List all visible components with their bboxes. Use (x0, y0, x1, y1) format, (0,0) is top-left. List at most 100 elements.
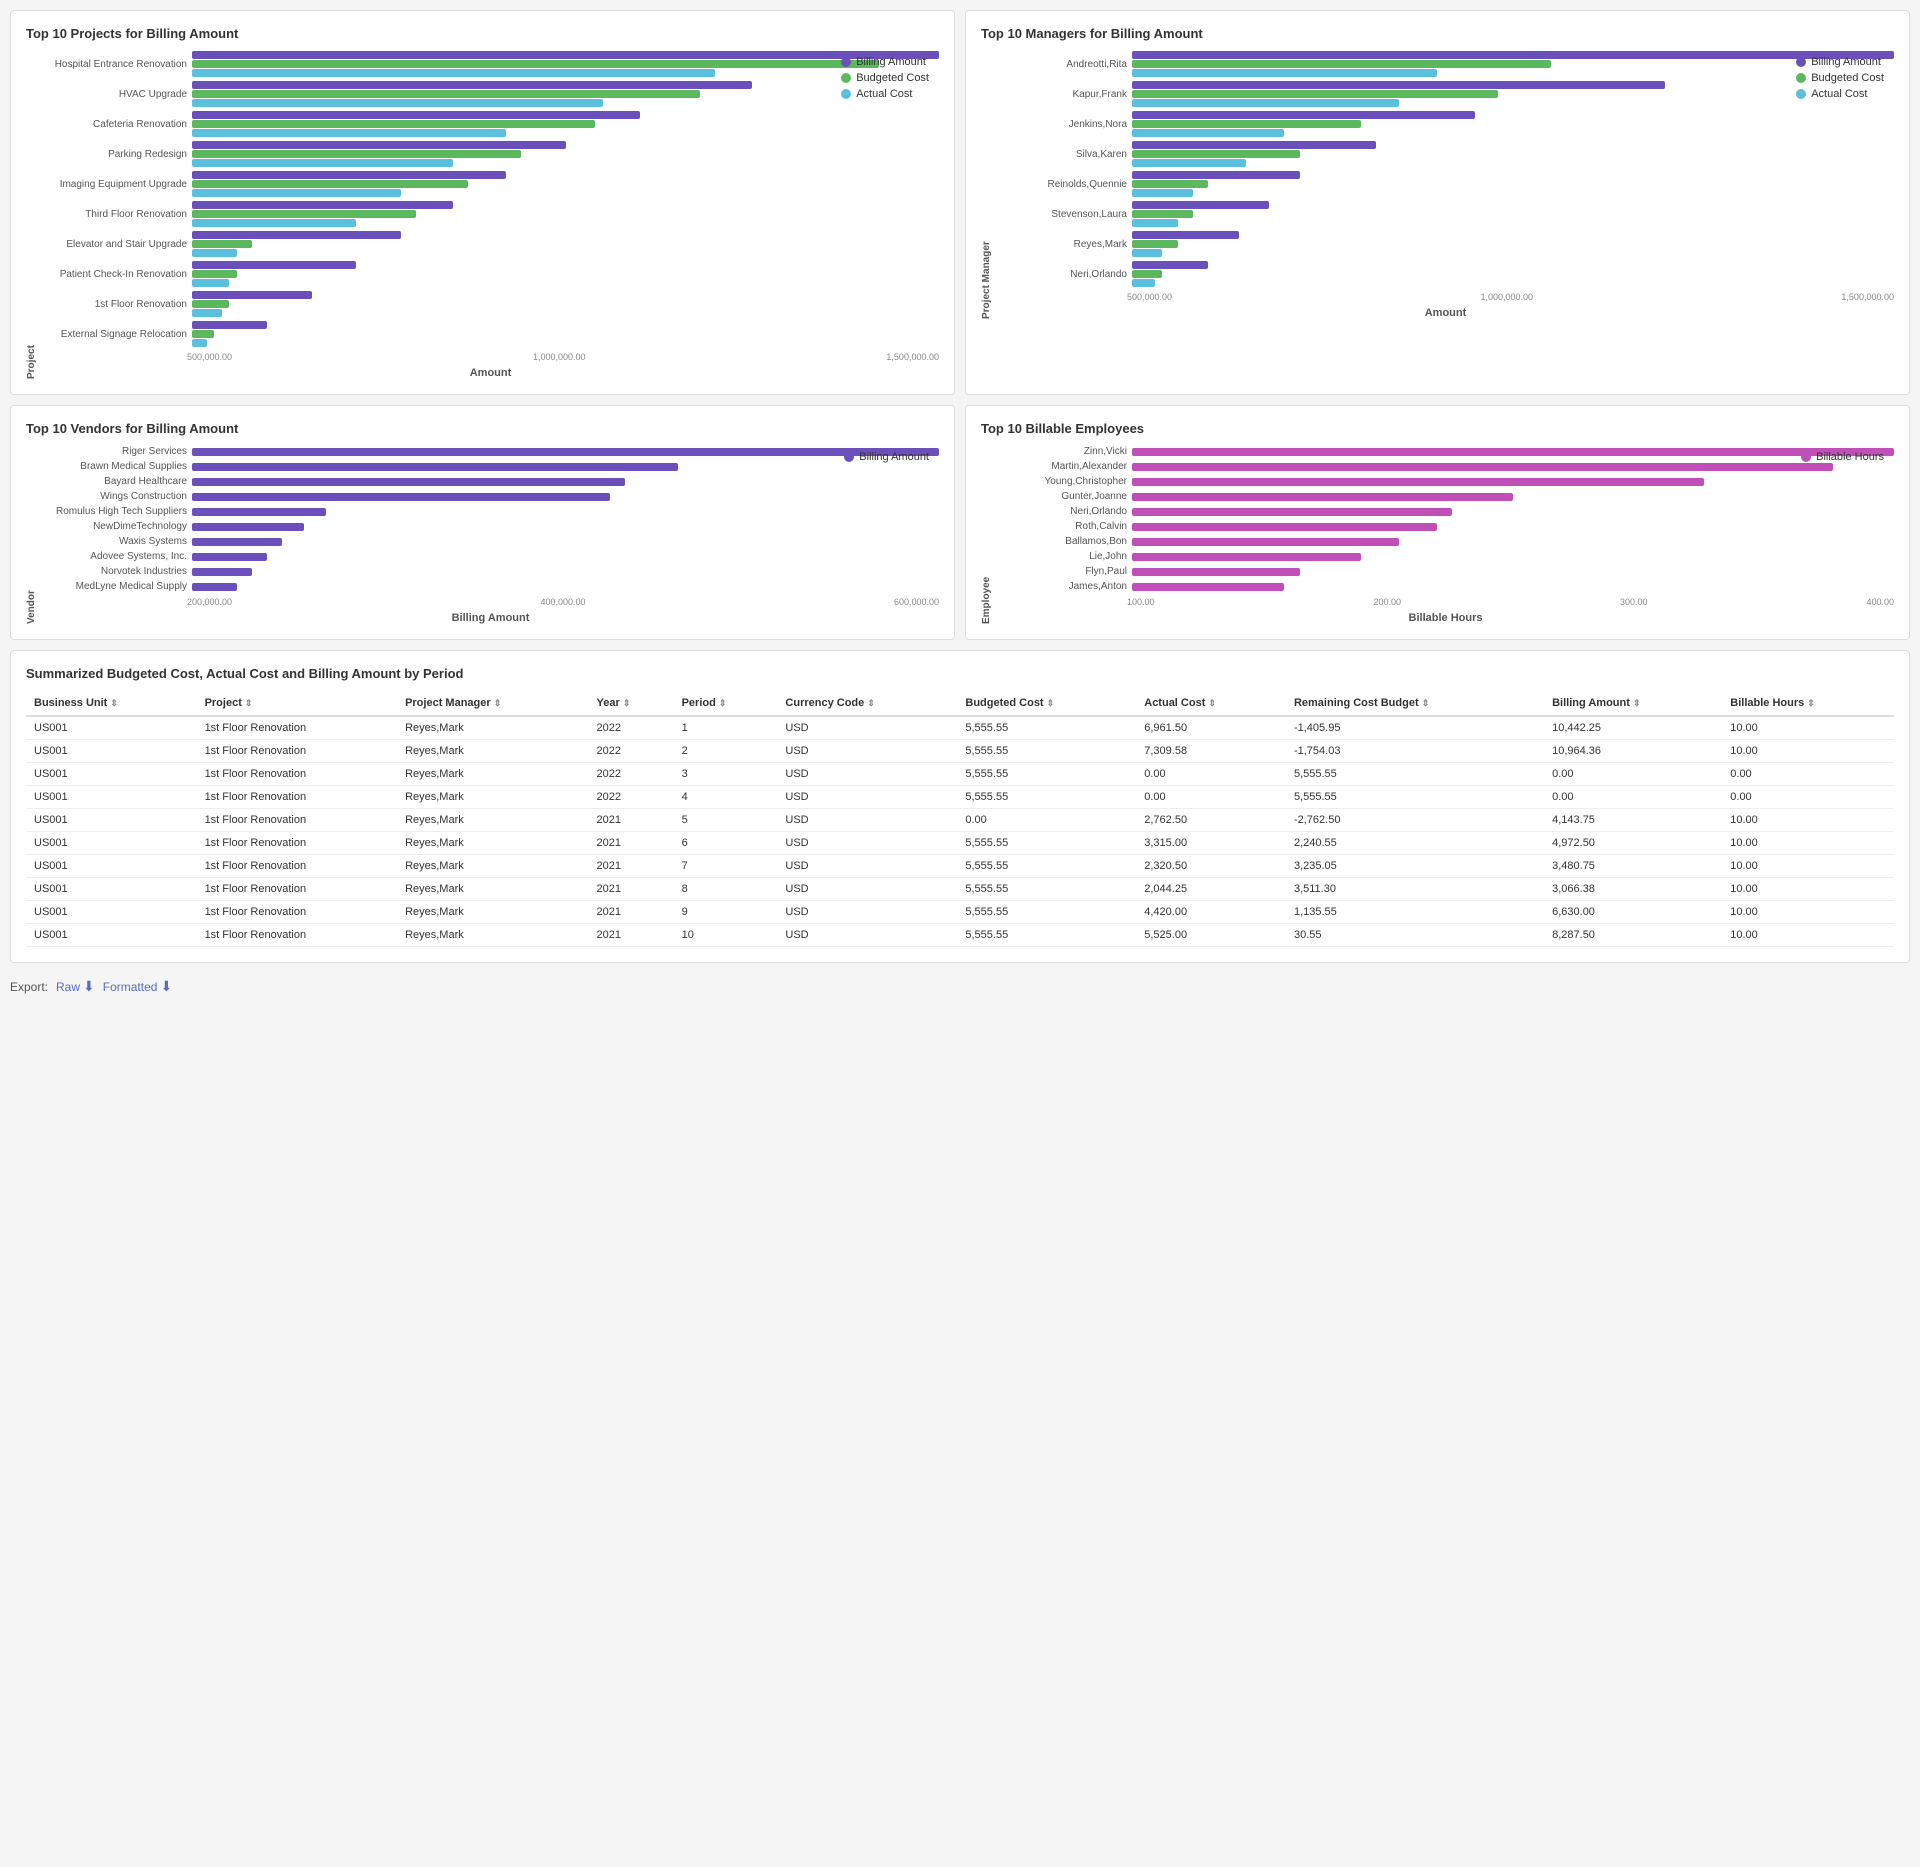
bar-label: Romulus High Tech Suppliers (42, 506, 187, 517)
bar-label: Andreotti,Rita (997, 59, 1127, 70)
col-period[interactable]: Period ⇕ (674, 691, 778, 716)
col-billable-hrs[interactable]: Billable Hours ⇕ (1722, 691, 1894, 716)
table-cell: US001 (26, 763, 197, 786)
export-formatted-link[interactable]: Formatted ⬇ (103, 978, 172, 995)
actual-bar (1132, 219, 1178, 227)
budget-bar (192, 210, 416, 218)
bars-group (192, 583, 939, 591)
managers-legend: Billing Amount Budgeted Cost Actual Cost (1796, 56, 1884, 100)
bar-label: External Signage Relocation (42, 329, 187, 340)
table-cell: 3,066.38 (1544, 878, 1722, 901)
projects-x-axis: 500,000.001,000,000.001,500,000.00 (42, 352, 939, 362)
bar-row: 1st Floor Renovation (42, 291, 939, 317)
bar-label: Lie,John (997, 551, 1127, 562)
table-cell: 5,555.55 (957, 924, 1136, 947)
table-cell: 10,442.25 (1544, 716, 1722, 740)
single-bar (1132, 523, 1437, 531)
vendors-chart-inner: Vendor Riger ServicesBrawn Medical Suppl… (26, 446, 939, 624)
table-row: US0011st Floor RenovationReyes,Mark20224… (26, 786, 1894, 809)
billing-bar (1132, 51, 1894, 59)
col-year[interactable]: Year ⇕ (589, 691, 674, 716)
export-row: Export: Raw ⬇ Formatted ⬇ (10, 973, 1910, 1000)
table-cell: 5,555.55 (957, 716, 1136, 740)
actual-bar (1132, 159, 1246, 167)
bars-group (192, 141, 939, 167)
bar-label: HVAC Upgrade (42, 89, 187, 100)
actual-bar (1132, 189, 1193, 197)
table-cell: USD (777, 763, 957, 786)
table-cell: Reyes,Mark (397, 716, 588, 740)
vendors-chart-panel: Top 10 Vendors for Billing Amount Billin… (10, 405, 955, 640)
sort-pm: ⇕ (494, 698, 502, 708)
col-budgeted[interactable]: Budgeted Cost ⇕ (957, 691, 1136, 716)
bars-group (1132, 523, 1894, 531)
table-cell: 2022 (589, 740, 674, 763)
table-cell: Reyes,Mark (397, 832, 588, 855)
table-cell: 1 (674, 716, 778, 740)
col-pm[interactable]: Project Manager ⇕ (397, 691, 588, 716)
export-raw-link[interactable]: Raw ⬇ (56, 978, 95, 995)
table-cell: USD (777, 901, 957, 924)
billing-dot (841, 57, 851, 67)
sort-actual: ⇕ (1208, 698, 1216, 708)
bar-row: Kapur,Frank (997, 81, 1894, 107)
download-raw-icon: ⬇ (83, 978, 95, 995)
billing-bar (192, 291, 312, 299)
bar-row: Zinn,Vicki (997, 446, 1894, 457)
bar-row: Reinolds,Quennie (997, 171, 1894, 197)
bar-label: MedLyne Medical Supply (42, 581, 187, 592)
single-bar (1132, 493, 1513, 501)
budget-bar (192, 60, 879, 68)
col-remaining[interactable]: Remaining Cost Budget ⇕ (1286, 691, 1544, 716)
budget-bar (192, 300, 229, 308)
x-tick: 1,500,000.00 (1841, 292, 1894, 302)
bars-group (1132, 231, 1894, 257)
x-tick: 200,000.00 (187, 597, 232, 607)
table-cell: 2,044.25 (1136, 878, 1286, 901)
table-cell: US001 (26, 786, 197, 809)
bar-row: Silva,Karen (997, 141, 1894, 167)
table-cell: Reyes,Mark (397, 901, 588, 924)
bar-label: Third Floor Renovation (42, 209, 187, 220)
col-project[interactable]: Project ⇕ (197, 691, 398, 716)
bar-row: Wings Construction (42, 491, 939, 502)
billing-bar (192, 141, 566, 149)
col-actual[interactable]: Actual Cost ⇕ (1136, 691, 1286, 716)
table-cell: 30.55 (1286, 924, 1544, 947)
table-cell: 5,555.55 (957, 786, 1136, 809)
col-business-unit[interactable]: Business Unit ⇕ (26, 691, 197, 716)
billing-bar (192, 321, 267, 329)
col-currency[interactable]: Currency Code ⇕ (777, 691, 957, 716)
table-cell: USD (777, 786, 957, 809)
legend-actual: Actual Cost (841, 88, 929, 100)
employees-y-axis: Employee (981, 446, 992, 624)
bars-group (192, 81, 939, 107)
table-cell: Reyes,Mark (397, 763, 588, 786)
billing-bar (1132, 201, 1269, 209)
table-cell: 4 (674, 786, 778, 809)
bar-row: Martin,Alexander (997, 461, 1894, 472)
sort-currency: ⇕ (867, 698, 875, 708)
billing-bar (192, 261, 356, 269)
managers-x-label: Amount (997, 307, 1894, 319)
download-formatted-icon: ⬇ (160, 978, 172, 995)
bars-group (192, 463, 939, 471)
billing-bar (192, 171, 506, 179)
bar-row: Reyes,Mark (997, 231, 1894, 257)
table-cell: 0.00 (1136, 763, 1286, 786)
bar-label: 1st Floor Renovation (42, 299, 187, 310)
bar-row: NewDimeTechnology (42, 521, 939, 532)
budget-bar (1132, 270, 1162, 278)
mgr-budget-dot (1796, 73, 1806, 83)
actual-bar (1132, 69, 1437, 77)
budget-bar (192, 330, 214, 338)
vendors-y-axis: Vendor (26, 446, 37, 624)
budget-label: Budgeted Cost (856, 72, 929, 84)
table-cell: 3,480.75 (1544, 855, 1722, 878)
table-cell: 2022 (589, 786, 674, 809)
bars-group (192, 493, 939, 501)
single-bar (1132, 583, 1284, 591)
bars-group (1132, 583, 1894, 591)
bar-label: Young,Christopher (997, 476, 1127, 487)
col-billing[interactable]: Billing Amount ⇕ (1544, 691, 1722, 716)
